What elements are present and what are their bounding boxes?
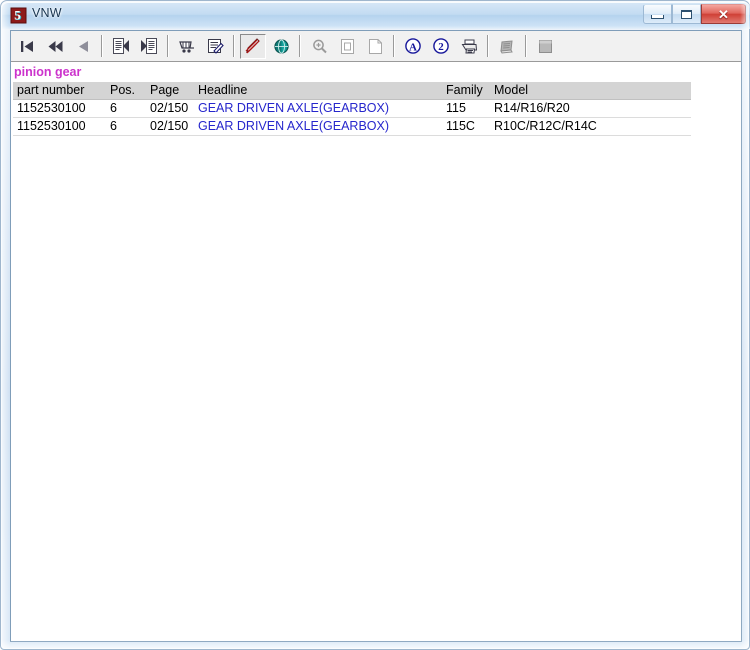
client-area: A 2 pinion gear part number Pos. Page He…: [10, 30, 742, 642]
cell-family: 115C: [442, 117, 490, 136]
skip-to-first-icon: [20, 40, 33, 52]
page-fit-button[interactable]: [362, 34, 388, 59]
toolbar: A 2: [11, 31, 741, 62]
cell-model: R14/R16/R20: [490, 99, 691, 118]
edit-note-button[interactable]: [202, 34, 228, 59]
note-edit-icon: [208, 39, 224, 54]
column-header-page[interactable]: Page: [146, 82, 194, 100]
toolbar-separator: [393, 35, 395, 57]
document-right-icon: [140, 38, 157, 54]
page-view-button[interactable]: [334, 34, 360, 59]
zoom-button[interactable]: [306, 34, 332, 59]
column-header-pos[interactable]: Pos.: [106, 82, 146, 100]
close-button[interactable]: ✕: [701, 4, 746, 24]
search-text-button[interactable]: A: [400, 34, 426, 59]
svg-text:2: 2: [438, 41, 444, 53]
cell-headline-link[interactable]: GEAR DRIVEN AXLE(GEARBOX): [194, 117, 442, 136]
search-next-button[interactable]: 2: [428, 34, 454, 59]
cell-family: 115: [442, 99, 490, 118]
cart-icon: [178, 40, 194, 53]
column-header-model[interactable]: Model: [490, 82, 691, 100]
svg-text:5: 5: [14, 7, 21, 22]
svg-text:A: A: [409, 41, 417, 53]
minimize-button[interactable]: [643, 4, 672, 24]
cell-headline-link[interactable]: GEAR DRIVEN AXLE(GEARBOX): [194, 99, 442, 118]
close-icon: ✕: [718, 6, 729, 22]
toolbar-separator: [167, 35, 169, 57]
shopping-cart-button[interactable]: [174, 34, 200, 59]
toolbar-separator: [233, 35, 235, 57]
toolbar-separator: [525, 35, 527, 57]
table-header-row: part number Pos. Page Headline Family Mo…: [13, 82, 691, 100]
table-row[interactable]: 1152530100 6 02/150 GEAR DRIVEN AXLE(GEA…: [13, 99, 691, 118]
window-title: VNW: [32, 6, 62, 20]
application-window: 5 5 VNW ✕ A 2 pinion gear part number Po…: [0, 0, 750, 650]
column-header-headline[interactable]: Headline: [194, 82, 442, 100]
previous-page-button[interactable]: [42, 34, 68, 59]
first-record-button[interactable]: [14, 34, 40, 59]
rewind-icon: [48, 40, 62, 52]
document-next-button[interactable]: [136, 34, 162, 59]
document-left-icon: [112, 38, 129, 54]
globe-button[interactable]: [268, 34, 294, 59]
maximize-button[interactable]: [672, 4, 701, 24]
column-header-part-number[interactable]: part number: [13, 82, 106, 100]
toolbar-separator: [487, 35, 489, 57]
maximize-icon: [681, 9, 692, 19]
column-header-family[interactable]: Family: [442, 82, 490, 100]
page-fold-icon: [368, 38, 382, 54]
title-bar[interactable]: 5 5 VNW ✕: [2, 2, 750, 29]
annotation-pen-button[interactable]: [240, 33, 266, 59]
printer-icon: [461, 39, 477, 53]
search-term-label: pinion gear: [14, 65, 82, 79]
minimize-icon: [651, 14, 664, 19]
pen-strike-icon: [245, 38, 260, 54]
cell-pos: 6: [106, 99, 146, 118]
app-icon-vnw: 5 5: [10, 7, 27, 24]
cell-model: R10C/R12C/R14C: [490, 117, 691, 136]
toolbar-separator: [101, 35, 103, 57]
stop-square-icon: [538, 39, 552, 53]
magnifier-plus-icon: [312, 39, 327, 53]
table-row[interactable]: 1152530100 6 02/150 GEAR DRIVEN AXLE(GEA…: [13, 117, 691, 136]
page-box-icon: [340, 38, 354, 54]
circled-2-icon: 2: [433, 38, 449, 54]
play-back-icon: [78, 40, 88, 52]
toolbar-separator: [299, 35, 301, 57]
stop-button[interactable]: [532, 34, 558, 59]
book-icon: [500, 39, 513, 54]
cell-part-number: 1152530100: [13, 117, 106, 136]
print-button[interactable]: [456, 34, 482, 59]
previous-record-button[interactable]: [70, 34, 96, 59]
cell-part-number: 1152530100: [13, 99, 106, 118]
cell-page: 02/150: [146, 117, 194, 136]
circled-a-icon: A: [405, 38, 421, 54]
cell-page: 02/150: [146, 99, 194, 118]
globe-icon: [273, 38, 289, 54]
document-first-button[interactable]: [108, 34, 134, 59]
results-table: part number Pos. Page Headline Family Mo…: [13, 82, 691, 136]
cell-pos: 6: [106, 117, 146, 136]
book-button[interactable]: [494, 34, 520, 59]
